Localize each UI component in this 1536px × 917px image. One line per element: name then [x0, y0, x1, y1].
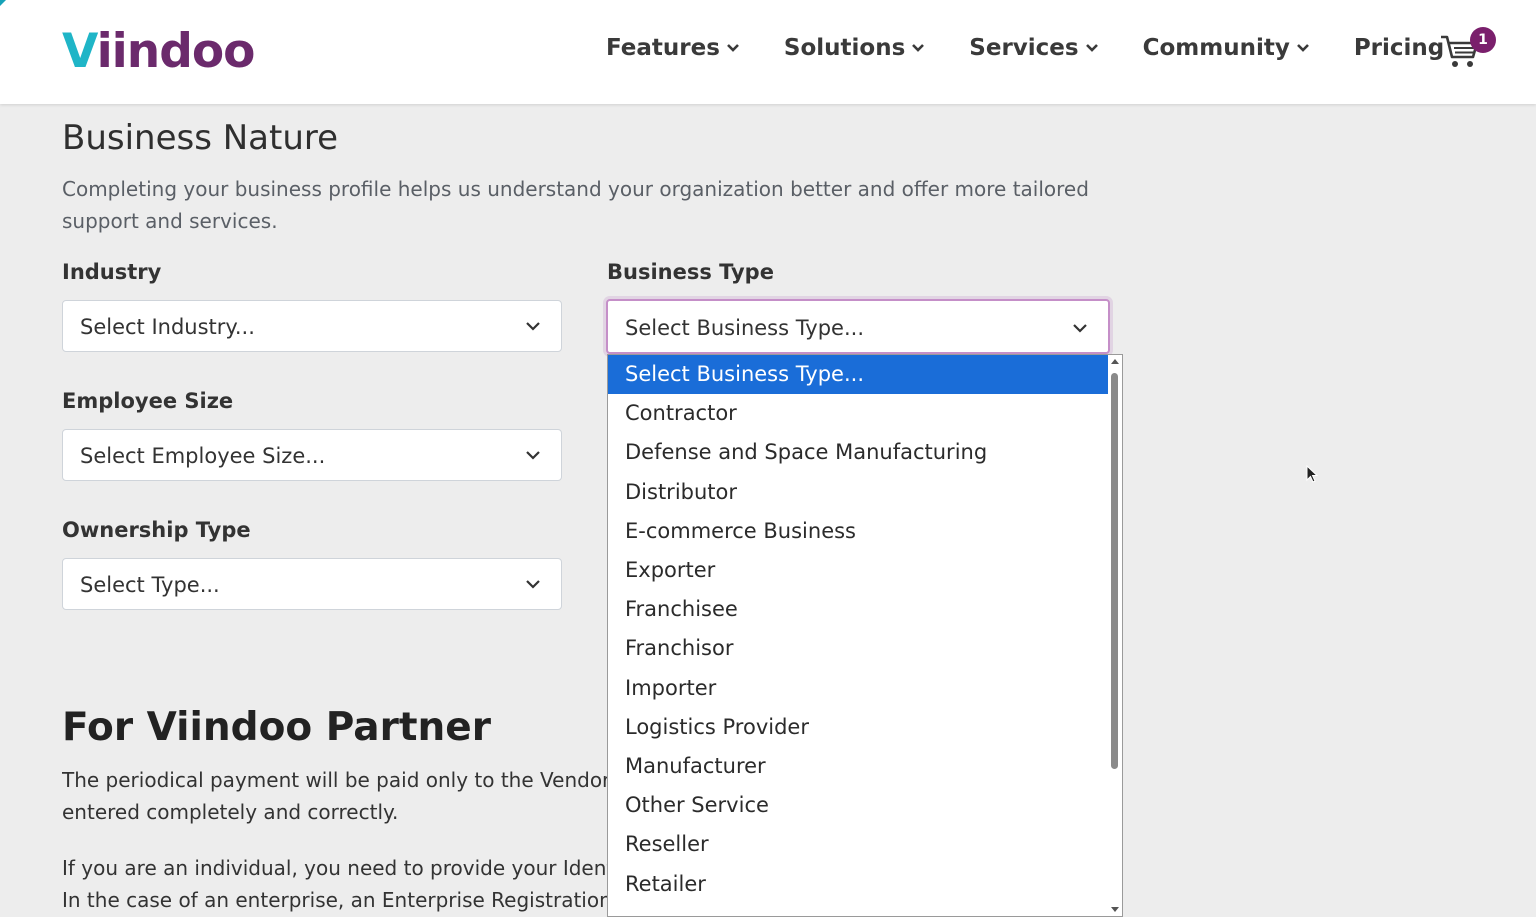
dropdown-option[interactable]: Select Business Type...	[608, 355, 1108, 394]
description-line: Completing your business profile helps u…	[62, 177, 1089, 201]
partner-text: entered completely and correctly.	[62, 800, 399, 824]
dropdown-option[interactable]: Importer	[608, 669, 1108, 708]
dropdown-option[interactable]: E-commerce Business	[608, 512, 1108, 551]
chevron-down-icon	[526, 580, 540, 589]
chevron-down-icon	[1073, 324, 1087, 333]
description-line: support and services.	[62, 209, 278, 233]
partner-section-title: For Viindoo Partner	[62, 705, 491, 750]
nav-solutions-label: Solutions	[783, 35, 906, 61]
employee-size-label: Employee Size	[62, 389, 234, 413]
logo-letter-v: V	[62, 24, 98, 79]
dropdown-option[interactable]: Exporter	[608, 551, 1108, 590]
dropdown-option[interactable]: Manufacturer	[608, 747, 1108, 786]
corner-accent	[0, 0, 6, 6]
employee-size-select[interactable]: Select Employee Size...	[62, 429, 562, 481]
scroll-thumb[interactable]	[1111, 373, 1118, 769]
industry-select[interactable]: Select Industry...	[62, 300, 562, 352]
nav-community[interactable]: Community	[1143, 35, 1310, 61]
nav-pricing[interactable]: Pricing	[1354, 35, 1444, 61]
industry-label: Industry	[62, 260, 162, 284]
ownership-type-label: Ownership Type	[62, 518, 251, 542]
employee-size-select-value: Select Employee Size...	[80, 444, 326, 468]
business-type-label: Business Type	[607, 260, 774, 284]
business-type-select-value: Select Business Type...	[625, 316, 864, 340]
chevron-down-icon	[1085, 44, 1098, 52]
business-type-select[interactable]: Select Business Type...	[606, 299, 1110, 354]
dropdown-option[interactable]: Reseller	[608, 825, 1108, 864]
partner-text: If you are an individual, you need to pr…	[62, 856, 607, 880]
dropdown-option[interactable]: Franchisee	[608, 590, 1108, 629]
dropdown-option[interactable]: Other Service	[608, 786, 1108, 825]
business-nature-description: Completing your business profile helps u…	[62, 173, 1122, 237]
chevron-down-icon	[526, 322, 540, 331]
chevron-down-icon	[726, 44, 739, 52]
partner-text: In the case of an enterprise, an Enterpr…	[62, 888, 607, 912]
business-type-dropdown-list: Select Business Type... Contractor Defense…	[607, 354, 1123, 917]
dropdown-option[interactable]: Logistics Provider	[608, 708, 1108, 747]
site-header: Viindoo Features Solutions Services Comm…	[0, 0, 1536, 104]
nav-features[interactable]: Features	[606, 35, 740, 61]
cart-count-badge: 1	[1470, 27, 1496, 53]
scroll-up-arrow-icon[interactable]	[1111, 359, 1119, 364]
nav-services[interactable]: Services	[969, 35, 1098, 61]
mouse-cursor-icon	[1306, 465, 1318, 483]
ownership-type-select-value: Select Type...	[80, 573, 220, 597]
dropdown-option[interactable]: Contractor	[608, 394, 1108, 433]
nav-features-label: Features	[606, 35, 720, 61]
industry-select-value: Select Industry...	[80, 315, 255, 339]
nav-community-label: Community	[1142, 35, 1290, 61]
logo-text: iindoo	[96, 24, 256, 79]
dropdown-option[interactable]: Retailer	[608, 865, 1108, 904]
nav-services-label: Services	[969, 35, 1079, 61]
partner-text: The periodical payment will be paid only…	[62, 768, 607, 792]
business-nature-title: Business Nature	[62, 118, 339, 158]
dropdown-option[interactable]: Franchisor	[608, 629, 1108, 668]
nav-pricing-label: Pricing	[1353, 35, 1445, 61]
main-nav: Features Solutions Services Community Pr…	[606, 35, 1488, 61]
chevron-down-icon	[526, 451, 540, 460]
dropdown-option[interactable]: Distributor	[608, 473, 1108, 512]
dropdown-scrollbar[interactable]	[1108, 355, 1122, 916]
dropdown-option[interactable]: Defense and Space Manufacturing	[608, 433, 1108, 472]
ownership-type-select[interactable]: Select Type...	[62, 558, 562, 610]
viindoo-logo[interactable]: Viindoo	[62, 22, 256, 82]
nav-solutions[interactable]: Solutions	[784, 35, 925, 61]
chevron-down-icon	[1296, 44, 1309, 52]
chevron-down-icon	[912, 44, 925, 52]
scroll-down-arrow-icon[interactable]	[1111, 907, 1119, 912]
